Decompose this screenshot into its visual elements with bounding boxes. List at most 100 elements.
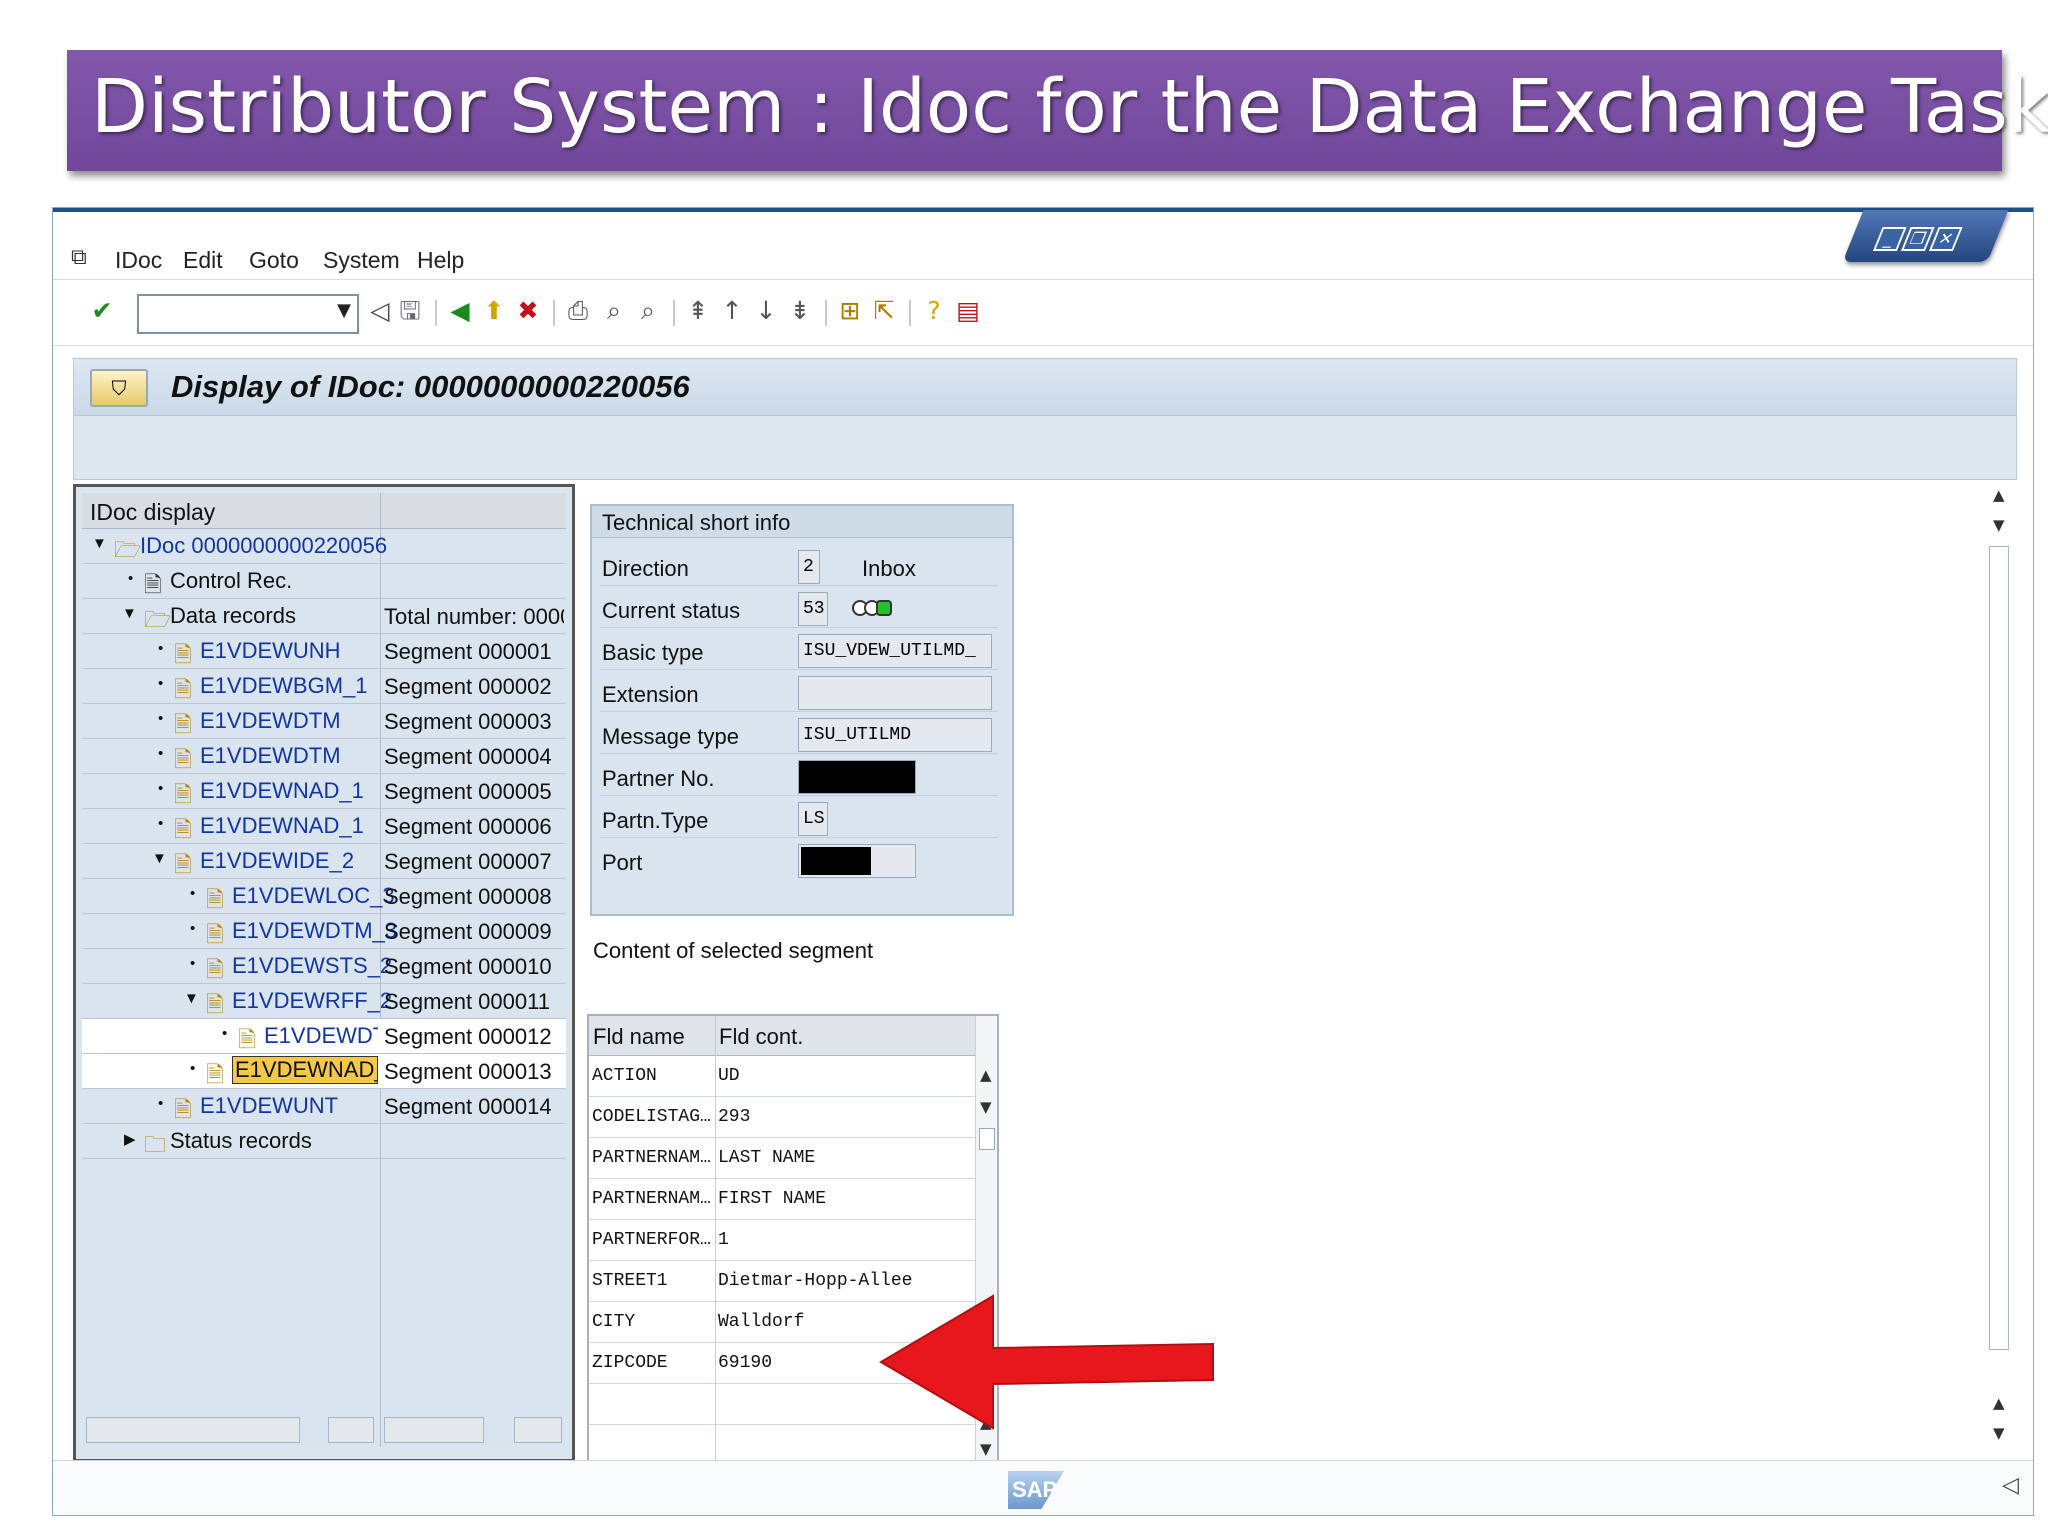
field-name: ACTION: [592, 1066, 657, 1086]
tree-label-selected[interactable]: E1VDEWNAD_4: [232, 1056, 378, 1084]
collapse-icon[interactable]: ▼: [184, 990, 199, 1007]
tree-row-segment[interactable]: • 🗎 E1VDEWLOC_3 Segment 000008: [82, 879, 566, 914]
col-header-field-content[interactable]: Fld cont.: [719, 1024, 803, 1050]
layout-icon[interactable]: ▤: [953, 295, 983, 327]
tree-label[interactable]: E1VDEWNAD_1: [200, 813, 364, 839]
tree-row-segment[interactable]: • 🗎 E1VDEWUNH Segment 000001: [82, 634, 566, 669]
field-value: LAST NAME: [718, 1148, 816, 1168]
collapse-icon[interactable]: ▼: [92, 535, 107, 552]
tree-row-segment[interactable]: • 🗎 E1VDEWNAD_1 Segment 000006: [82, 809, 566, 844]
tree-label[interactable]: E1VDEWLOC_3: [232, 883, 395, 909]
tree-row-segment[interactable]: • 🗎 E1VDEWSTS_2 Segment 000010: [82, 949, 566, 984]
tree-row-segment[interactable]: • 🗎 E1VDEWBGM_1 Segment 000002: [82, 669, 566, 704]
scroll-track[interactable]: [1989, 546, 2009, 1350]
scroll-thumb[interactable]: [979, 1128, 995, 1150]
field-name: CODELISTAG…: [592, 1107, 711, 1127]
partner-no-label: Partner No.: [602, 766, 715, 791]
tree-label[interactable]: E1VDEWDTM: [200, 743, 341, 769]
enter-check-icon[interactable]: ✔: [87, 295, 117, 327]
tree-label[interactable]: E1VDEWRFF_2: [232, 988, 392, 1014]
tree-value: Segment 000008: [384, 884, 552, 909]
tree-label[interactable]: E1VDEWDTM: [264, 1023, 378, 1049]
col-header-field-name[interactable]: Fld name: [593, 1024, 685, 1050]
next-page-icon[interactable]: ↓: [751, 295, 781, 327]
tree-label[interactable]: E1VDEWNAD_1: [200, 778, 364, 804]
tree-row-control-rec[interactable]: • 🗎 Control Rec.: [82, 564, 566, 599]
exit-icon[interactable]: ⬆: [479, 295, 509, 327]
tree-row-segment[interactable]: ▼ 🗎 E1VDEWIDE_2 Segment 000007: [82, 844, 566, 879]
scroll-down-icon[interactable]: ▼: [980, 1098, 992, 1116]
sap-window: _ ❐ ✕ ⧉ IDoc Edit Goto System Help ✔ ▼ ◁…: [52, 207, 2034, 1516]
folder-icon: 🗀: [144, 1132, 167, 1157]
tree-horizontal-scrollbar[interactable]: [86, 1417, 300, 1443]
tree-label[interactable]: E1VDEWIDE_2: [200, 848, 354, 874]
create-session-icon[interactable]: ⊞: [835, 295, 865, 327]
menu-help[interactable]: Help: [417, 247, 464, 274]
direction-text: Inbox: [862, 556, 916, 581]
tree-value: Segment 000010: [384, 954, 552, 979]
tree-row-segment[interactable]: • 🗎 E1VDEWDTM Segment 000003: [82, 704, 566, 739]
help-icon[interactable]: ?: [919, 295, 949, 327]
grid-header: Fld name Fld cont.: [589, 1016, 985, 1056]
scroll-up-icon[interactable]: ▲: [1993, 1394, 2005, 1412]
tree-row-data-records[interactable]: ▼ 🗁 Data records Total number: 000014: [82, 599, 566, 634]
tree-row-segment[interactable]: • 🗎 E1VDEWDTM Segment 000012: [82, 1019, 566, 1054]
expand-icon[interactable]: ▶: [124, 1130, 136, 1148]
scroll-up-icon[interactable]: ▲: [980, 1066, 992, 1084]
tree-row-segment[interactable]: • 🗎 E1VDEWDTM_3 Segment 000009: [82, 914, 566, 949]
menu-system-icon[interactable]: ⧉: [71, 244, 87, 270]
collapse-icon[interactable]: ▼: [122, 605, 137, 622]
collapse-icon[interactable]: ▼: [152, 850, 167, 867]
save-icon[interactable]: 🖫: [395, 295, 425, 327]
tree-value: Segment 000007: [384, 849, 552, 874]
first-page-icon[interactable]: ⇞: [683, 295, 713, 327]
cancel-icon[interactable]: ✖: [513, 295, 543, 327]
tree-label[interactable]: Control Rec.: [170, 568, 292, 594]
menu-idoc[interactable]: IDoc: [115, 247, 162, 274]
tree-row-segment[interactable]: • 🗎 E1VDEWNAD_1 Segment 000005: [82, 774, 566, 809]
tree-row-segment-selected[interactable]: • 🗎 E1VDEWNAD_4 Segment 000013: [82, 1054, 566, 1089]
tree-label[interactable]: E1VDEWSTS_2: [232, 953, 392, 979]
bullet-icon: •: [158, 1095, 164, 1112]
find-icon[interactable]: ⌕: [599, 295, 629, 327]
status-expand-icon[interactable]: ◁: [2002, 1473, 2019, 1498]
tree-label[interactable]: IDoc 0000000000220056: [140, 533, 387, 559]
shortcut-icon[interactable]: ⇱: [869, 295, 899, 327]
field-name: CITY: [592, 1312, 636, 1332]
scroll-down-icon[interactable]: ▼: [1993, 1424, 2005, 1442]
tree-label[interactable]: Status records: [170, 1128, 312, 1154]
chevron-down-icon[interactable]: ▼: [337, 300, 351, 321]
tree-row-status-records[interactable]: ▶ 🗀 Status records: [82, 1124, 566, 1159]
tree-label[interactable]: E1VDEWDTM: [200, 708, 341, 734]
main-vertical-scrollbar[interactable]: ▲ ▼ ▲ ▼: [1985, 480, 2017, 1480]
tree-horizontal-scrollbar[interactable]: [384, 1417, 484, 1443]
title-bar: ⛉ Display of IDoc: 0000000000220056: [73, 358, 2017, 416]
menu-system[interactable]: System: [323, 247, 400, 274]
command-field[interactable]: ▼: [137, 294, 359, 334]
tree-horizontal-scrollbar[interactable]: [328, 1417, 374, 1443]
tree-label[interactable]: E1VDEWUNH: [200, 638, 341, 664]
find-next-icon[interactable]: ⌕: [633, 295, 663, 327]
tree-label[interactable]: E1VDEWBGM_1: [200, 673, 368, 699]
scroll-down-icon[interactable]: ▼: [980, 1440, 992, 1458]
tree-row-segment[interactable]: • 🗎 E1VDEWUNT Segment 000014: [82, 1089, 566, 1124]
tree-horizontal-scrollbar[interactable]: [514, 1417, 562, 1443]
services-for-object-button[interactable]: ⛉: [90, 369, 148, 407]
tree-label[interactable]: E1VDEWUNT: [200, 1093, 338, 1119]
back-icon[interactable]: ◀: [445, 295, 475, 327]
tree-label[interactable]: E1VDEWDTM_3: [232, 918, 397, 944]
print-icon[interactable]: ⎙: [563, 295, 593, 327]
previous-page-icon[interactable]: ↑: [717, 295, 747, 327]
tree-row-segment[interactable]: • 🗎 E1VDEWDTM Segment 000004: [82, 739, 566, 774]
menu-goto[interactable]: Goto: [249, 247, 299, 274]
scroll-down-icon[interactable]: ▼: [1993, 516, 2005, 534]
tree-row-segment[interactable]: ▼ 🗎 E1VDEWRFF_2 Segment 000011: [82, 984, 566, 1019]
scroll-up-icon[interactable]: ▲: [1993, 486, 2005, 504]
tree-label[interactable]: Data records: [170, 603, 296, 629]
tree-row-idoc[interactable]: ▼ 🗁 IDoc 0000000000220056: [82, 529, 566, 564]
bullet-icon: •: [190, 955, 196, 972]
menu-edit[interactable]: Edit: [183, 247, 223, 274]
status-label: Current status: [602, 598, 741, 623]
last-page-icon[interactable]: ⇟: [785, 295, 815, 327]
back-arrow-icon[interactable]: ◁: [365, 295, 395, 327]
